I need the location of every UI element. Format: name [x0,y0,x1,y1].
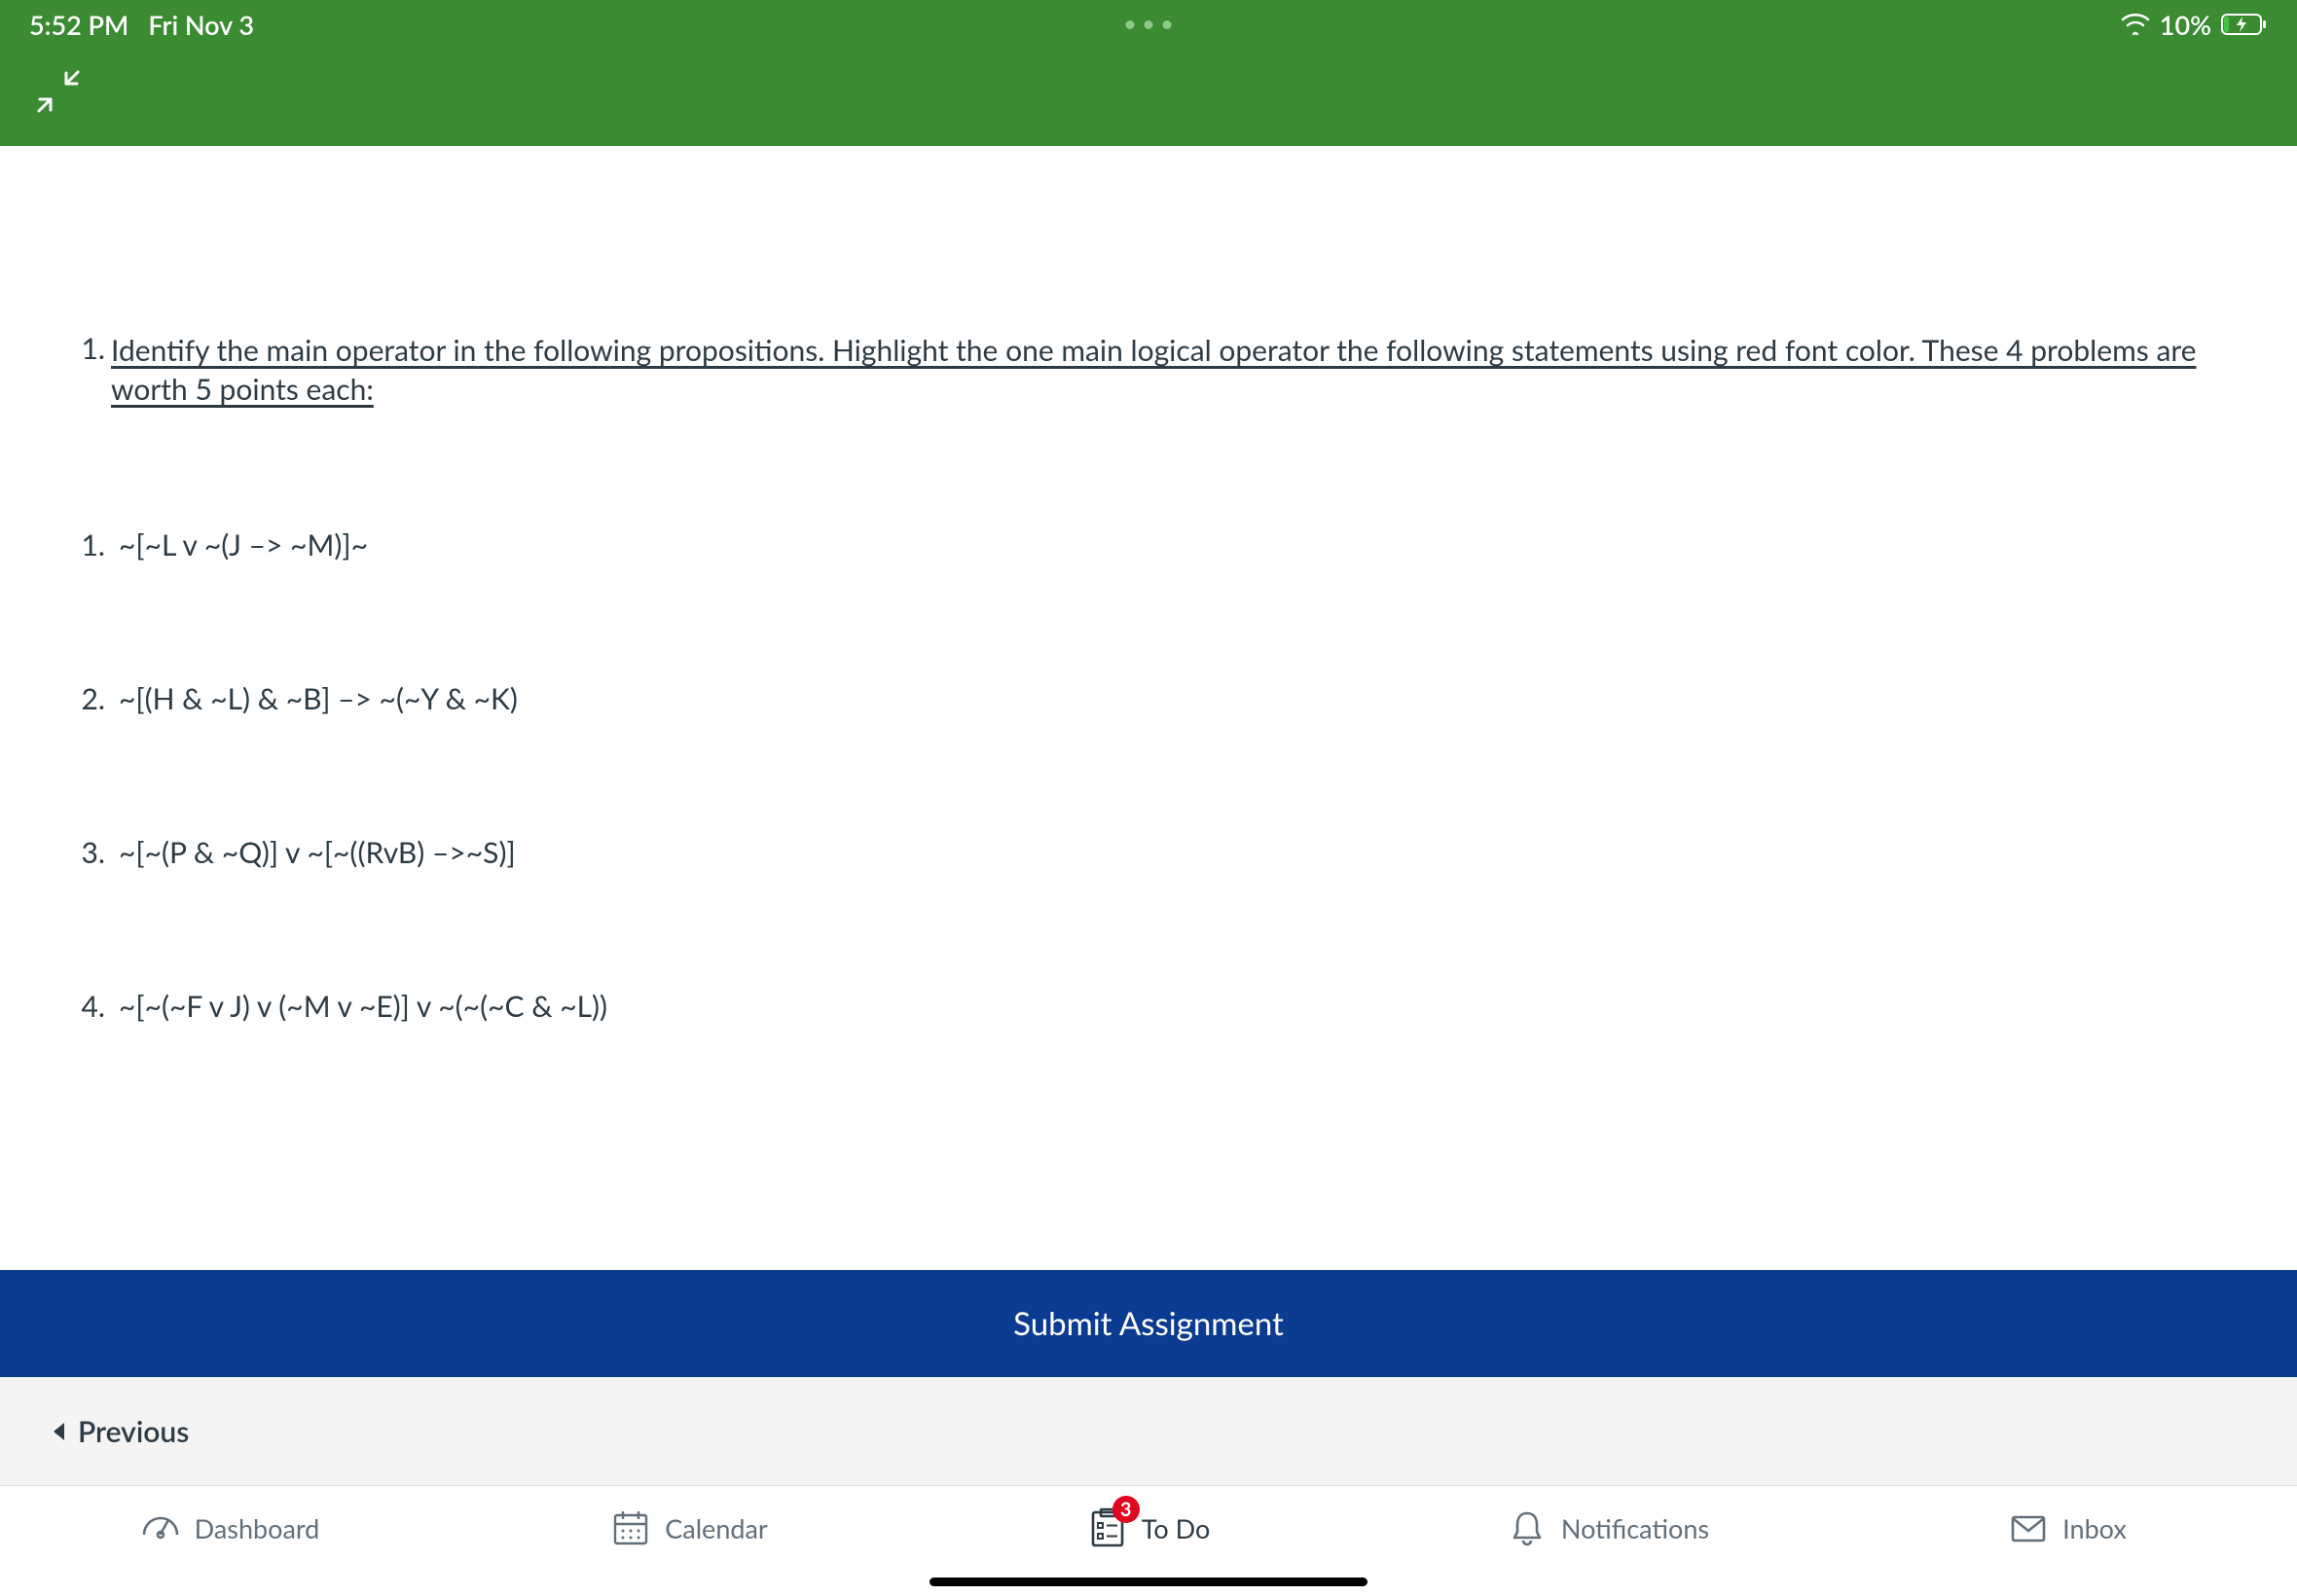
previous-button[interactable]: Previous [51,1414,189,1449]
triangle-left-icon [51,1414,66,1449]
dot-icon [1163,20,1172,29]
tab-calendar[interactable]: Calendar [459,1507,919,1548]
wifi-icon [2121,14,2150,35]
tab-label: Inbox [2062,1512,2127,1544]
instruction-text: Identify the main operator in the follow… [111,333,2197,407]
tab-label: Notifications [1561,1512,1709,1544]
problem-number: 1. [66,527,105,562]
dot-icon [1145,20,1153,29]
instruction-number: 1. [66,331,105,366]
app-header: 5:52 PM Fri Nov 3 10% [0,0,2297,146]
tab-label: Dashboard [195,1512,320,1544]
tab-inbox[interactable]: Inbox [1838,1507,2297,1548]
tab-bar: Dashboard Calendar 3 To Do Notifications… [0,1486,2297,1596]
assignment-content[interactable]: 1. Identify the main operator in the fol… [0,146,2297,1270]
dashboard-icon [140,1507,181,1548]
pagination-bar: Previous [0,1377,2297,1486]
more-indicator[interactable] [1126,20,1172,29]
problem-number: 2. [66,681,105,716]
tab-dashboard[interactable]: Dashboard [0,1507,459,1548]
tab-label: Calendar [665,1512,768,1544]
bell-icon [1507,1507,1548,1548]
status-date: Fri Nov 3 [148,9,254,41]
problem-row: 1. ~[~L v ~(J –> ~M)]~ [66,527,2227,562]
problem-expression: ~[~(P & ~Q)] v ~[~((RvB) –>~S)] [105,835,516,870]
tab-notifications[interactable]: Notifications [1378,1507,1838,1548]
problem-row: 3. ~[~(P & ~Q)] v ~[~((RvB) –>~S)] [66,835,2227,870]
problem-row: 4. ~[~(~F v J) v (~M v ~E)] v ~(~(~C & ~… [66,989,2227,1024]
battery-percent: 10% [2160,9,2211,41]
status-time: 5:52 PM [29,9,128,41]
problem-expression: ~[~(~F v J) v (~M v ~E)] v ~(~(~C & ~L)) [105,989,607,1024]
dot-icon [1126,20,1135,29]
todo-badge: 3 [1112,1496,1140,1523]
problem-expression: ~[~L v ~(J –> ~M)]~ [105,527,368,562]
problem-number: 4. [66,989,105,1024]
previous-label: Previous [78,1414,189,1449]
calendar-icon [610,1507,651,1548]
envelope-icon [2008,1507,2049,1548]
submit-assignment-button[interactable]: Submit Assignment [0,1270,2297,1377]
problem-number: 3. [66,835,105,870]
tab-todo[interactable]: 3 To Do [919,1507,1378,1548]
tab-label: To Do [1142,1512,1211,1544]
instruction: 1. Identify the main operator in the fol… [66,331,2227,409]
collapse-fullscreen-icon[interactable] [37,70,80,117]
submit-label: Submit Assignment [1013,1304,1284,1343]
battery-charging-icon [2221,13,2268,36]
problem-row: 2. ~[(H & ~L) & ~B] –> ~(~Y & ~K) [66,681,2227,716]
home-indicator[interactable] [930,1578,1367,1586]
status-bar: 5:52 PM Fri Nov 3 10% [0,0,2297,49]
problem-expression: ~[(H & ~L) & ~B] –> ~(~Y & ~K) [105,681,518,716]
